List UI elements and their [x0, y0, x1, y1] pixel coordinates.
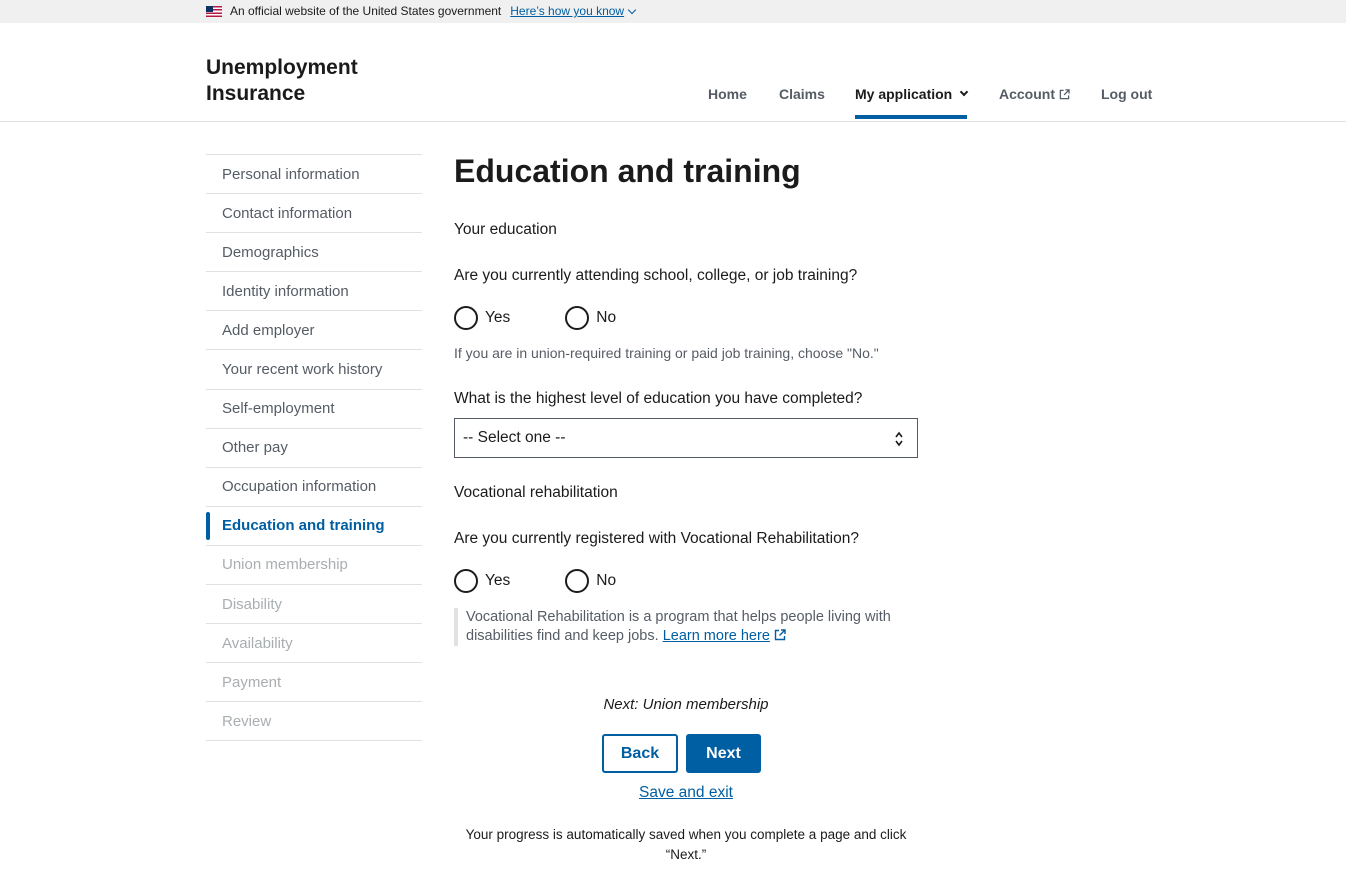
question-education-level: What is the highest level of education y…: [454, 390, 863, 407]
next-button[interactable]: Next: [686, 734, 761, 773]
gov-banner-text: An official website of the United States…: [230, 4, 502, 18]
vocational-info-note: Vocational Rehabilitation is a program t…: [454, 608, 920, 646]
sidebar-item-education-and-training[interactable]: Education and training: [206, 507, 422, 546]
sidebar-item-label: Self-employment: [222, 400, 335, 418]
sidebar-item-label: Add employer: [222, 321, 315, 339]
attending-hint: If you are in union-required training or…: [454, 345, 879, 361]
nav-account-label: Account: [999, 86, 1055, 102]
nav-my-application[interactable]: My application: [855, 85, 969, 103]
sidebar-item-availability: Availability: [206, 624, 422, 664]
radio-circle: [454, 569, 478, 593]
sidebar-item-union-membership: Union membership: [206, 546, 422, 586]
sidebar-item-label: Disability: [222, 595, 283, 613]
primary-nav: Home Claims My application Account Log o…: [0, 85, 1346, 120]
heres-how-you-know-label: Here’s how you know: [510, 4, 625, 18]
sidebar-item-personal-information[interactable]: Personal information: [206, 155, 422, 195]
sidebar-item-label: Union membership: [222, 556, 348, 574]
side-navigation: Personal information Contact information D…: [206, 154, 422, 742]
site-header: Unemployment Insurance Home Claims My ap…: [0, 23, 1346, 122]
sidebar-item-occupation-information[interactable]: Occupation information: [206, 468, 422, 507]
sidebar-item-label: Other pay: [222, 439, 288, 457]
sidebar-item-label: Demographics: [222, 243, 319, 261]
section-vocational-rehabilitation: Vocational rehabilitation: [454, 484, 618, 501]
sidebar-item-demographics[interactable]: Demographics: [206, 233, 422, 273]
sidebar-item-label: Contact information: [222, 204, 353, 222]
nav-logout[interactable]: Log out: [1101, 85, 1152, 103]
vocational-no-radio[interactable]: No: [565, 569, 616, 593]
sidebar-item-add-employer[interactable]: Add employer: [206, 311, 422, 351]
heres-how-you-know-link[interactable]: Here’s how you know: [510, 4, 637, 18]
sidebar-item-label: Occupation information: [222, 478, 377, 496]
learn-more-link[interactable]: Learn more here: [663, 628, 770, 644]
education-level-value: -- Select one --: [463, 429, 566, 446]
sidebar-item-review: Review: [206, 702, 422, 742]
sidebar-item-label: Education and training: [222, 517, 385, 535]
nav-active-indicator: [855, 115, 967, 119]
external-link-icon: [1059, 88, 1070, 99]
sidebar-item-label: Review: [222, 712, 272, 730]
gov-banner: An official website of the United States…: [0, 0, 1346, 23]
save-and-exit-link[interactable]: Save and exit: [600, 784, 772, 802]
radio-label-yes: Yes: [485, 309, 511, 326]
sidebar-item-label: Personal information: [222, 165, 360, 183]
attending-radio-group: Yes No: [454, 306, 671, 330]
chevron-down-icon: [627, 5, 637, 14]
select-arrows-icon: [895, 431, 903, 447]
nav-my-application-label: My application: [855, 86, 953, 102]
sidebar-item-disability: Disability: [206, 585, 422, 625]
radio-label-no: No: [596, 572, 617, 589]
question-attending-school: Are you currently attending school, coll…: [454, 267, 858, 284]
vocational-yes-radio[interactable]: Yes: [454, 569, 510, 593]
sidebar-item-payment: Payment: [206, 663, 422, 703]
radio-circle: [565, 306, 590, 330]
learn-more-label: Learn more here: [662, 628, 770, 644]
attending-yes-radio[interactable]: Yes: [454, 306, 510, 330]
education-level-select[interactable]: -- Select one --: [454, 418, 918, 458]
nav-claims[interactable]: Claims: [779, 85, 825, 103]
section-your-education: Your education: [454, 221, 557, 238]
nav-account[interactable]: Account: [999, 85, 1070, 103]
chevron-down-icon: [959, 87, 969, 97]
sidebar-item-self-employment[interactable]: Self-employment: [206, 390, 422, 429]
progress-note-line-2: “Next.”: [665, 847, 707, 862]
radio-label-no: No: [596, 309, 617, 326]
sidebar-item-label: Payment: [222, 673, 282, 691]
sidebar-item-label: Your recent work history: [222, 361, 383, 379]
sidebar-item-identity-information[interactable]: Identity information: [206, 272, 422, 312]
radio-circle: [454, 306, 478, 330]
next-step-hint: Next: Union membership: [603, 696, 769, 713]
back-button[interactable]: Back: [602, 734, 678, 773]
radio-label-yes: Yes: [485, 572, 511, 589]
sidebar-item-contact-information[interactable]: Contact information: [206, 194, 422, 234]
progress-saved-note: Your progress is automatically saved whe…: [454, 825, 918, 865]
question-vocational-registered: Are you currently registered with Vocati…: [454, 530, 859, 547]
external-link-icon: [774, 629, 786, 641]
sidebar-item-other-pay[interactable]: Other pay: [206, 429, 422, 468]
logo-line-1: Unemployment: [206, 56, 358, 79]
main-content: Education and training Your education Ar…: [454, 150, 924, 646]
sidebar-item-label: Availability: [222, 634, 293, 652]
sidebar-item-label: Identity information: [222, 282, 349, 300]
sidebar-item-your-recent-work-history[interactable]: Your recent work history: [206, 350, 422, 390]
attending-no-radio[interactable]: No: [565, 306, 616, 330]
radio-circle: [565, 569, 590, 593]
vocational-radio-group: Yes No: [454, 569, 671, 593]
page-title: Education and training: [454, 153, 801, 189]
nav-home[interactable]: Home: [708, 85, 747, 103]
progress-note-line-1: Your progress is automatically saved whe…: [465, 827, 907, 842]
us-flag-icon: [206, 5, 222, 17]
